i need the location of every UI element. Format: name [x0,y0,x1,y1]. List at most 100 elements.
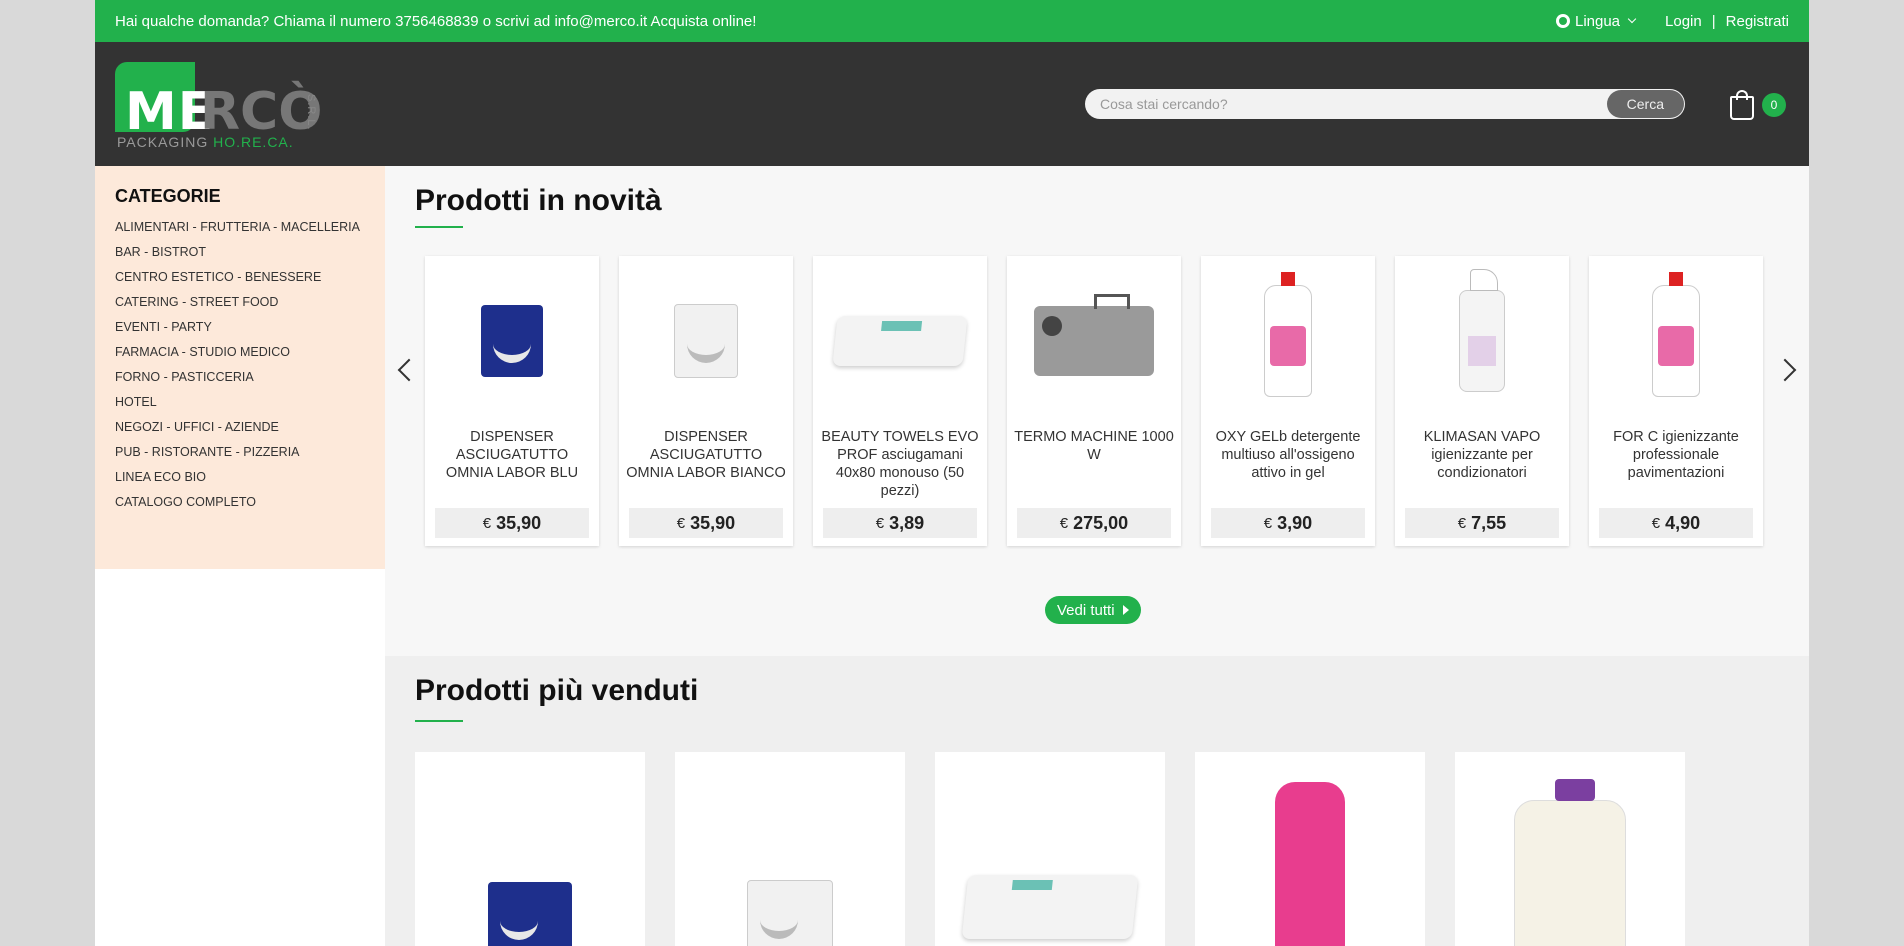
category-item[interactable]: CENTRO ESTETICO - BENESSERE [115,267,365,287]
product-name[interactable]: DISPENSER ASCIUGATUTTO OMNIA LABOR BLU [431,428,593,482]
product-name[interactable]: DISPENSER ASCIUGATUTTO OMNIA LABOR BIANC… [625,428,787,482]
price-value: 35,90 [690,512,736,533]
product-card[interactable]: OXY GELb detergente multiuso all'ossigen… [1201,256,1375,546]
price-value: 4,90 [1665,512,1701,533]
price-value: 7,55 [1471,512,1507,533]
product-card[interactable]: FOR C igienizzante professionale pavimen… [1589,256,1763,546]
product-card[interactable]: BEAUTY TOWELS EVO PROF asciugamani 40x80… [813,256,987,546]
towels-image [832,316,968,366]
product-card[interactable]: DISPENSER ASCIUGATUTTO OMNIA LABOR BLU €… [425,256,599,546]
categories-title: CATEGORIE [115,186,221,206]
carousel-next-icon[interactable] [1773,358,1797,382]
product-price: €35,90 [629,508,783,538]
page: Hai qualche domanda? Chiama il numero 37… [95,0,1809,946]
language-selector[interactable]: Lingua [1555,12,1637,30]
product-price: €275,00 [1017,508,1171,538]
globe-icon [1555,14,1570,28]
category-item[interactable]: LINEA ECO BIO [115,467,365,487]
product-price: €3,90 [1211,508,1365,538]
product-name[interactable]: TERMO MACHINE 1000 W [1013,428,1175,464]
price-value: 3,90 [1277,512,1313,533]
bottle-image [1652,272,1700,397]
product-image[interactable] [435,266,589,416]
price-value: 275,00 [1073,512,1129,533]
machine-image [1034,294,1154,376]
product-image[interactable] [1017,266,1171,416]
cart-count-badge: 0 [1762,93,1786,117]
logo[interactable]: ME RCÒ S.R.L. PACKAGING HO.RE.CA. [115,62,322,152]
dispenser-image [674,304,738,378]
search-input[interactable] [1085,96,1607,112]
category-item[interactable]: NEGOZI - UFFICI - AZIENDE [115,417,365,437]
product-card[interactable] [415,752,645,946]
product-image[interactable] [1205,762,1415,946]
product-card[interactable] [675,752,905,946]
search-bar: Cerca [1085,89,1685,119]
currency: € [1651,514,1661,532]
product-price: €7,55 [1405,508,1559,538]
logo-subtitle: PACKAGING HO.RE.CA. [117,134,294,150]
product-card[interactable]: DISPENSER ASCIUGATUTTO OMNIA LABOR BIANC… [619,256,793,546]
category-item[interactable]: BAR - BISTROT [115,242,365,262]
category-item[interactable]: CATALOGO COMPLETO [115,492,365,512]
product-card[interactable]: KLIMASAN VAPO igienizzante per condizion… [1395,256,1569,546]
product-name[interactable]: KLIMASAN VAPO igienizzante per condizion… [1401,428,1563,482]
language-label: Lingua [1574,12,1621,30]
product-name[interactable]: OXY GELb detergente multiuso all'ossigen… [1207,428,1369,482]
product-card[interactable]: TERMO MACHINE 1000 W €275,00 [1007,256,1181,546]
category-item[interactable]: EVENTI - PARTY [115,317,365,337]
top-bar: Hai qualche domanda? Chiama il numero 37… [95,0,1809,42]
product-price: €4,90 [1599,508,1753,538]
product-image[interactable] [945,762,1155,946]
new-products-title: Prodotti in novità [415,184,662,217]
product-card[interactable] [935,752,1165,946]
bottle-image [1275,782,1345,946]
title-underline [415,720,463,722]
product-image[interactable] [629,266,783,416]
best-sellers-title: Prodotti più venduti [415,674,699,707]
category-item[interactable]: PUB - RISTORANTE - PIZZERIA [115,442,365,462]
login-link[interactable]: Login [1665,13,1702,30]
logo-sub-gray: PACKAGING [117,134,209,150]
product-name[interactable]: BEAUTY TOWELS EVO PROF asciugamani 40x80… [819,428,981,500]
product-image[interactable] [685,762,895,946]
separator: | [1711,12,1716,30]
spray-bottle-image [1459,269,1505,392]
product-carousel: DISPENSER ASCIUGATUTTO OMNIA LABOR BLU €… [425,256,1763,546]
price-value: 3,89 [889,512,925,533]
product-card[interactable] [1455,752,1685,946]
category-item[interactable]: CATERING - STREET FOOD [115,292,365,312]
product-name[interactable]: FOR C igienizzante professionale pavimen… [1595,428,1757,482]
product-image[interactable] [425,762,635,946]
logo-sub-green: HO.RE.CA. [213,134,294,150]
view-all-button[interactable]: Vedi tutti [1045,596,1141,624]
carousel-prev-icon[interactable] [397,358,421,382]
bottle-image [1264,272,1312,397]
contact-message: Hai qualche domanda? Chiama il numero 37… [115,12,757,30]
category-item[interactable]: FARMACIA - STUDIO MEDICO [115,342,365,362]
category-item[interactable]: FORNO - PASTICCERIA [115,367,365,387]
currency: € [1457,514,1467,532]
currency: € [875,514,885,532]
product-image[interactable] [1405,266,1559,416]
register-link[interactable]: Registrati [1726,13,1789,30]
product-price: €35,90 [435,508,589,538]
category-item[interactable]: HOTEL [115,392,365,412]
product-card[interactable] [1195,752,1425,946]
category-item[interactable]: ALIMENTARI - FRUTTERIA - MACELLERIA [115,217,365,237]
product-image[interactable] [1465,762,1675,946]
dispenser-image [747,880,833,946]
new-products-section: Prodotti in novità DISPENSER ASCIUGATUTT… [385,166,1809,656]
chevron-down-icon [1627,14,1637,24]
product-image[interactable] [1599,266,1753,416]
search-button[interactable]: Cerca [1606,90,1684,118]
product-image[interactable] [823,266,977,416]
product-image[interactable] [1211,266,1365,416]
view-all-label: Vedi tutti [1057,601,1115,619]
dispenser-image [481,305,543,377]
title-underline [415,226,463,228]
cart[interactable]: 0 [1730,90,1786,120]
categories-list: ALIMENTARI - FRUTTERIA - MACELLERIA BAR … [115,217,365,512]
currency: € [1059,514,1069,532]
best-sellers-section: Prodotti più venduti [385,656,1809,946]
